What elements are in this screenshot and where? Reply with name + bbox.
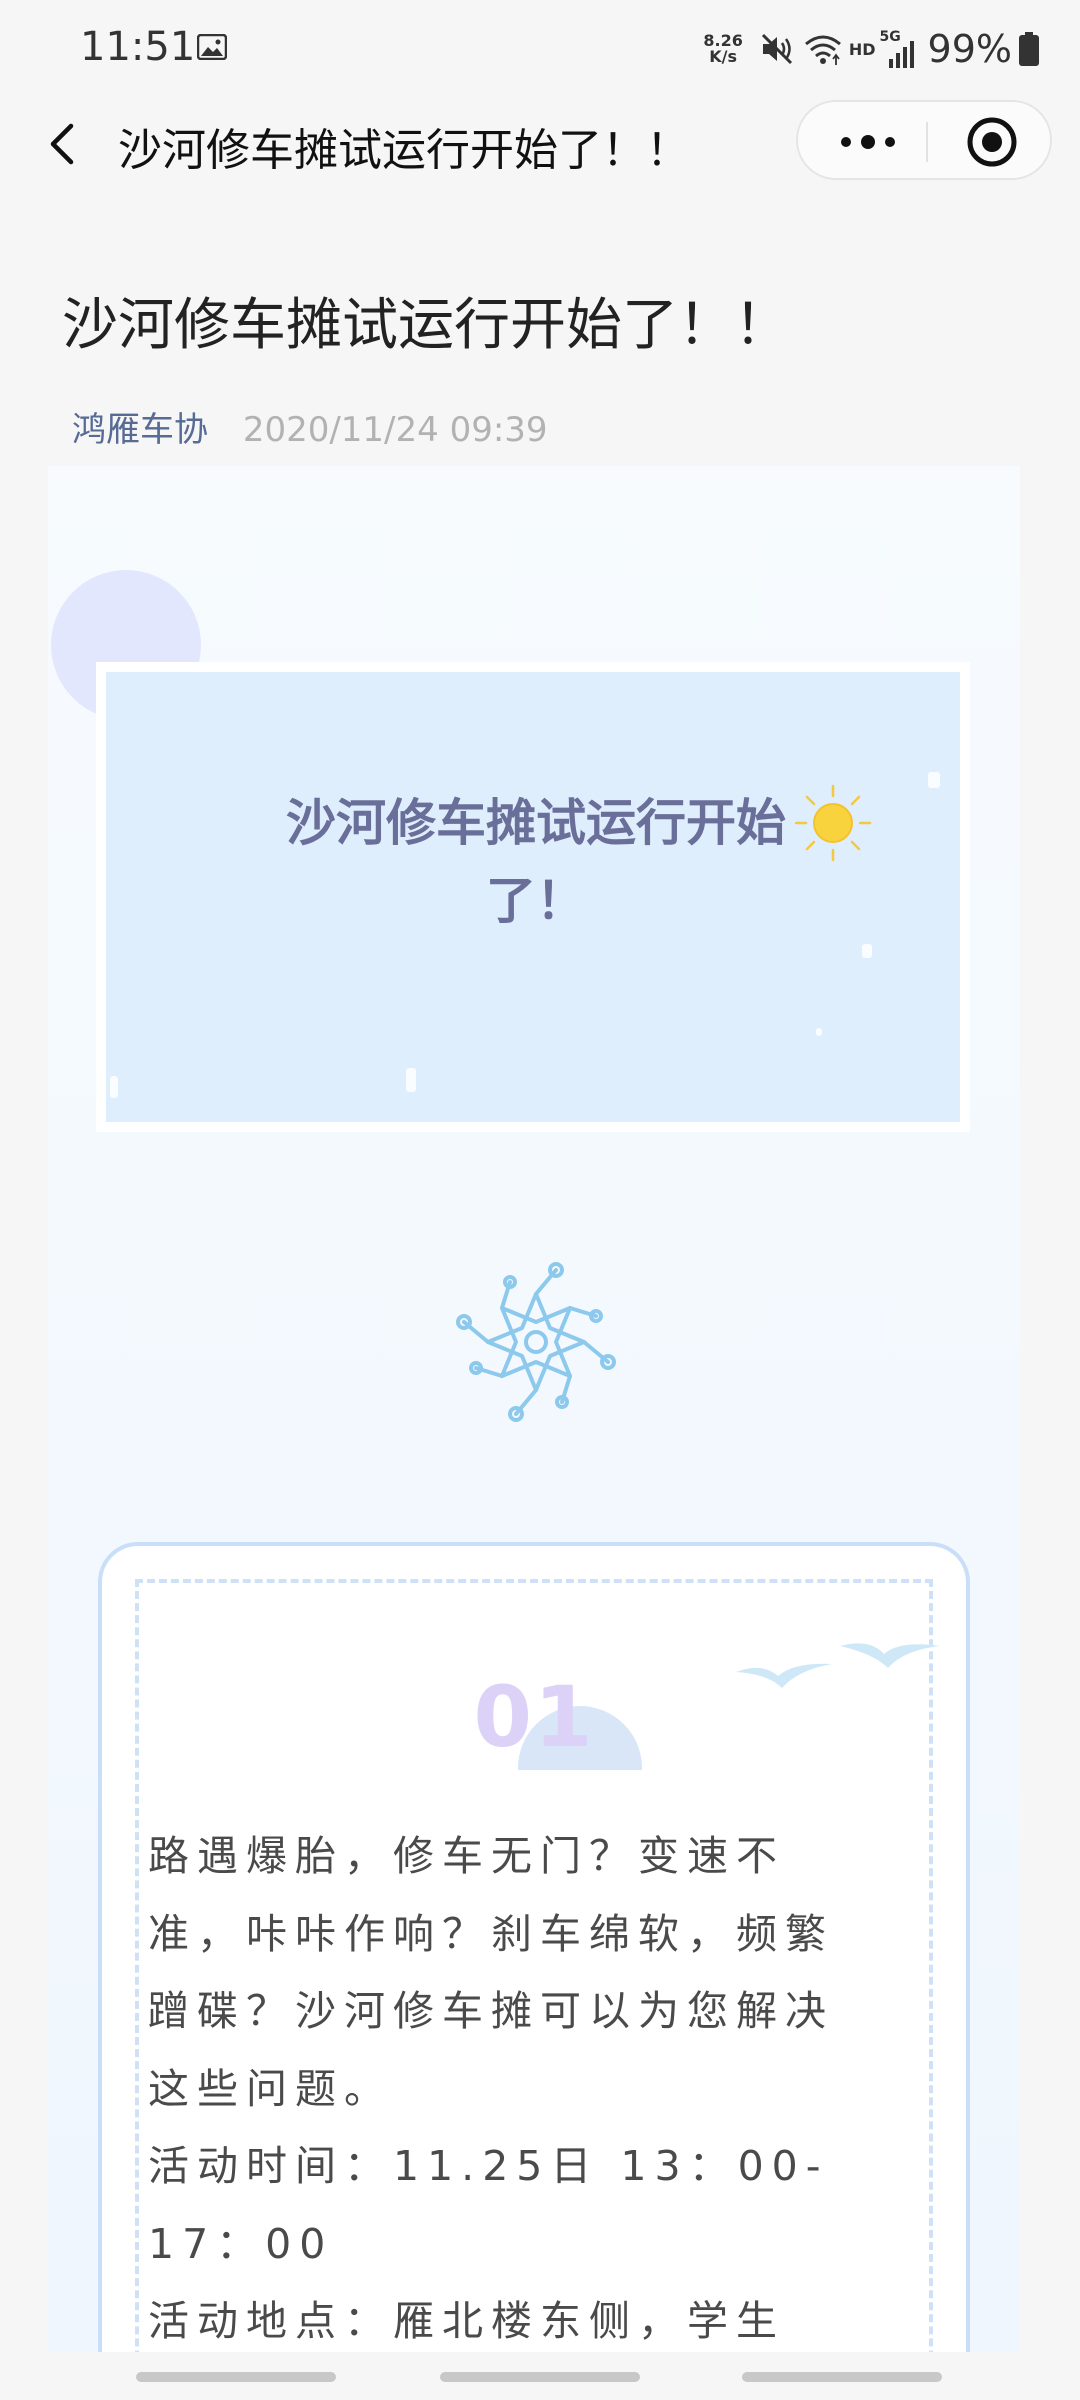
- decor-speck: [862, 944, 872, 958]
- banner-frame: 沙河修车摊试运行开始了！: [96, 662, 970, 1132]
- wifi-icon: [804, 35, 841, 65]
- decor-speck: [816, 1028, 822, 1036]
- hd-label: HD: [848, 39, 876, 59]
- gesture-pill-right[interactable]: [742, 2372, 942, 2382]
- article-meta: 鸿雁车协 2020/11/24 09:39: [72, 402, 548, 451]
- gesture-bar: [0, 2352, 1080, 2400]
- sun-icon: [794, 784, 872, 862]
- decor-speck: [110, 1076, 118, 1098]
- battery-percent: 99%: [927, 27, 1012, 71]
- network-speed: 8.26 K/s: [703, 33, 742, 65]
- paragraph-intro: 路遇爆胎，修车无门？变速不准，咔咔作响？刹车绵软，频繁蹭碟？沙河修车摊可以为您解…: [148, 1832, 834, 2113]
- banner-image: 沙河修车摊试运行开始了！: [106, 672, 960, 1122]
- decor-speck: [406, 1068, 416, 1092]
- signal-icon: 5G: [880, 29, 918, 69]
- section-number: 01: [473, 1668, 595, 1766]
- gesture-pill-left[interactable]: [136, 2372, 336, 2382]
- back-button[interactable]: [36, 118, 88, 170]
- more-icon: [841, 135, 895, 149]
- article-title: 沙河修车摊试运行开始了！！: [62, 293, 790, 358]
- status-bar: 11:51 8.26 K/s HD 5G 99%: [0, 0, 1080, 96]
- snowflake-icon: [456, 1262, 616, 1422]
- battery-icon: [1019, 32, 1039, 66]
- signal-bars: [888, 41, 914, 68]
- nav-bar: 沙河修车摊试运行开始了！！: [0, 96, 1080, 192]
- capsule-divider: [926, 122, 928, 162]
- back-icon: [50, 123, 74, 165]
- image-icon: [197, 34, 227, 60]
- paragraph-location: 活动地点：雁北楼东侧，学生: [148, 2297, 785, 2345]
- status-time: 11:51: [80, 24, 196, 70]
- decor-speck: [928, 772, 940, 788]
- more-button[interactable]: [828, 120, 908, 164]
- status-indicators: 8.26 K/s HD 5G 99%: [703, 24, 1040, 74]
- network-speed-unit: K/s: [709, 47, 737, 66]
- author-link[interactable]: 鸿雁车协: [72, 410, 208, 450]
- paragraph-time: 活动时间：11.25日 13：00-17：00: [148, 2142, 829, 2268]
- body-text: 路遇爆胎，修车无门？变速不准，咔咔作响？刹车绵软，频繁蹭碟？沙河修车摊可以为您解…: [148, 1818, 878, 2361]
- gesture-pill-center[interactable]: [440, 2372, 640, 2382]
- publish-date: 2020/11/24 09:39: [242, 410, 548, 450]
- mute-icon: [761, 33, 792, 65]
- target-icon[interactable]: [966, 116, 1018, 168]
- nav-title: 沙河修车摊试运行开始了！！: [118, 125, 690, 176]
- menu-capsule: [796, 100, 1052, 180]
- banner-title: 沙河修车摊试运行开始了！: [286, 794, 786, 930]
